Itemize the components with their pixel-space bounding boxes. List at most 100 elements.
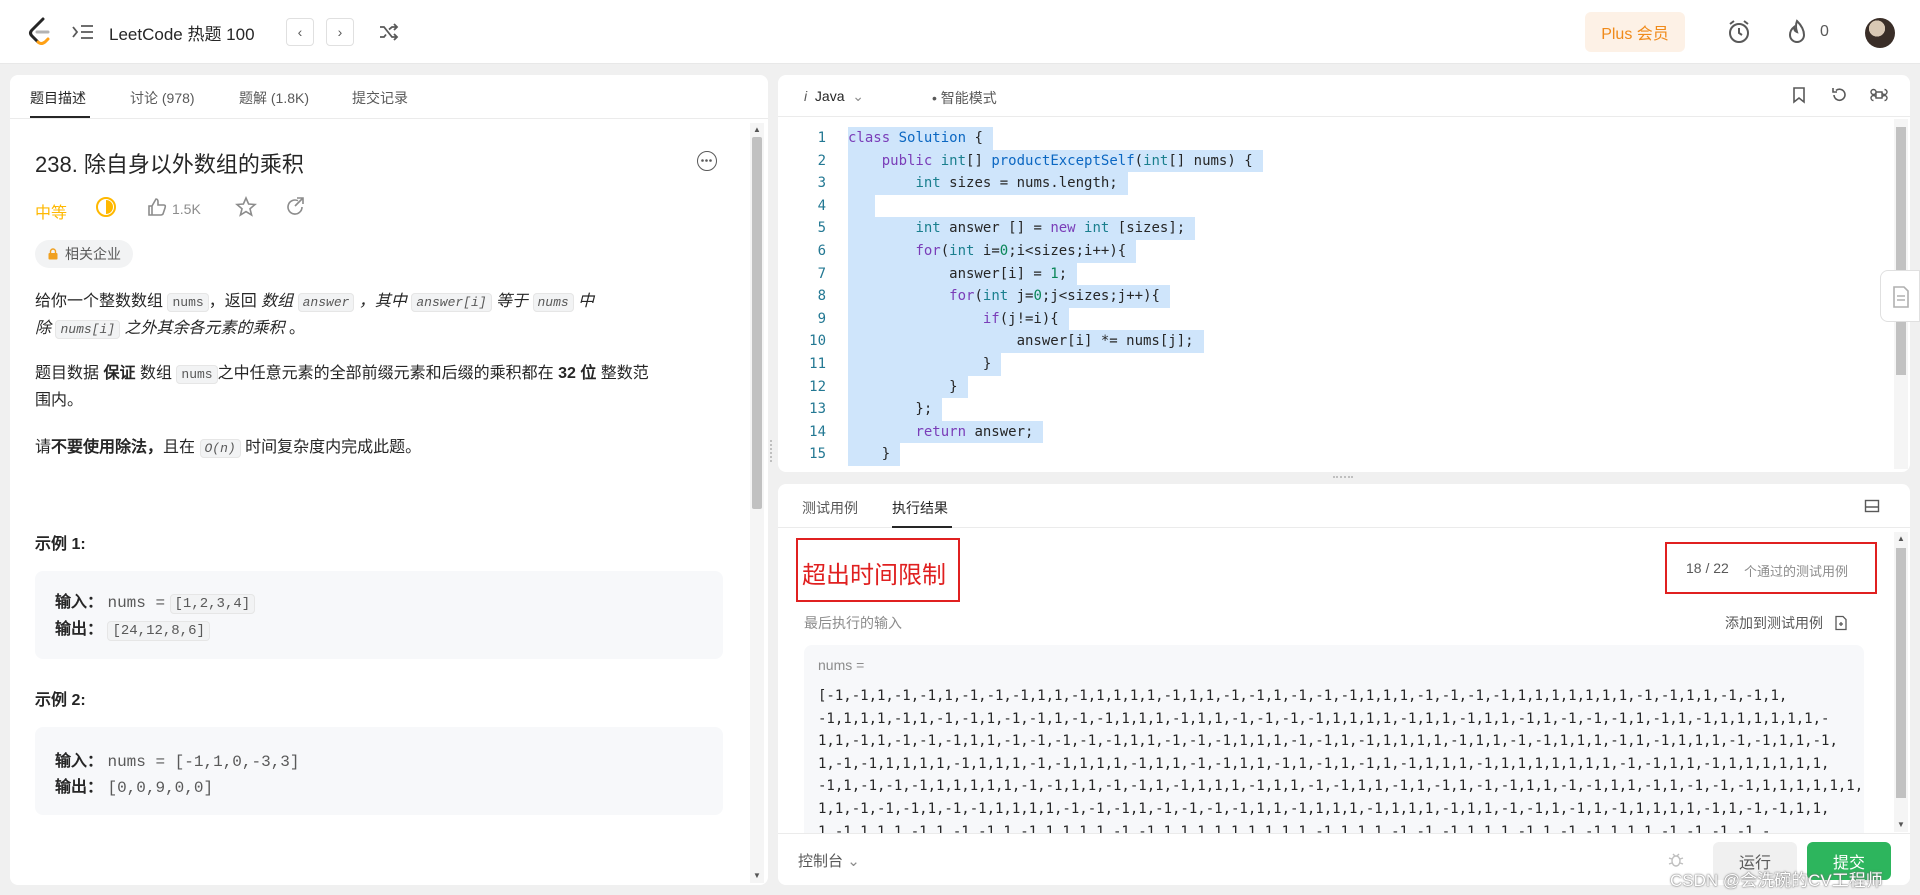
add-to-testcase-button[interactable]: 添加到测试用例 [1725, 613, 1849, 633]
problem-tabs: 题目描述 讨论 (978) 题解 (1.8K) 提交记录 [10, 75, 768, 119]
tab-run-result[interactable]: 执行结果 [892, 498, 948, 518]
code-text[interactable]: int sizes = nums.length; [848, 172, 1128, 195]
example-1-box: 输入： nums = [1,2,3,4] 输出： [24,12,8,6] [35, 571, 723, 659]
scroll-down-arrow-icon[interactable]: ▼ [753, 871, 761, 880]
problem-list-title[interactable]: LeetCode 热题 100 [109, 20, 255, 45]
code-line[interactable]: 12 } [778, 375, 1878, 399]
code-text[interactable]: for(int i=0;i<sizes;i++){ [848, 240, 1137, 263]
description-paragraph-2: 题目数据 保证 数组 nums 之中任意元素的全部前缀元素和后缀的乘积都在 32 … [35, 361, 735, 414]
desc-text: 题目数据 [35, 365, 100, 382]
tab-test-cases[interactable]: 测试用例 [802, 498, 858, 518]
result-scrollbar[interactable]: ▲ ▼ [1894, 532, 1908, 832]
scroll-up-arrow-icon[interactable]: ▲ [1897, 534, 1905, 543]
code-line[interactable]: 1 class Solution { [778, 127, 1878, 150]
editor-resize-handle[interactable] [1333, 476, 1353, 478]
code-line[interactable]: 10 answer[i] *= nums[j]; [778, 330, 1878, 353]
smart-mode-label: 智能模式 [940, 90, 997, 106]
code-text[interactable] [848, 194, 875, 218]
code-text[interactable]: } [848, 353, 1002, 376]
active-tab-indicator [30, 116, 90, 118]
code-line[interactable]: 4 [778, 194, 1878, 218]
alarm-clock-icon[interactable] [1726, 19, 1752, 45]
star-icon[interactable] [235, 196, 257, 218]
tab-solutions[interactable]: 题解 (1.8K) [239, 88, 309, 108]
shuffle-icon[interactable] [378, 21, 400, 43]
input-label: 输入： [55, 594, 104, 611]
code-text[interactable]: return answer; [848, 420, 1044, 444]
code-text[interactable]: if(j!=i){ [848, 307, 1069, 331]
desc-italic: 中 [578, 293, 595, 310]
top-bar: LeetCode 热题 100 ‹ › Plus 会员 0 [0, 0, 1920, 64]
line-number: 14 [809, 423, 826, 440]
code-text[interactable]: answer[i] = 1; [848, 262, 1078, 286]
scrollbar-thumb[interactable] [752, 137, 762, 509]
example-2-box: 输入： nums = [-1,1,0,-3,3] 输出： [0,0,9,0,0] [35, 727, 723, 815]
next-problem-button[interactable]: › [326, 18, 354, 46]
plus-membership-button[interactable]: Plus 会员 [1585, 12, 1685, 52]
line-number: 4 [817, 197, 826, 214]
code-line[interactable]: 2 public int[] productExceptSelf(int[] n… [778, 149, 1878, 173]
code-text[interactable]: public int[] productExceptSelf(int[] num… [848, 149, 1263, 173]
shortcut-icon[interactable] [1870, 86, 1888, 104]
code-text[interactable]: } [848, 375, 968, 399]
nums-value: [-1,-1,1,-1,-1,1,-1,-1,-1,1,1,-1,1,1,1,1… [818, 685, 1864, 843]
settings-gear-icon[interactable] [1909, 86, 1910, 104]
panel-resize-handle[interactable] [770, 440, 774, 462]
desc-text: 时间复杂度内完成此题。 [245, 439, 422, 456]
problem-panel: 题目描述 讨论 (978) 题解 (1.8K) 提交记录 238. 除自身以外数… [10, 75, 768, 885]
note-document-icon [1893, 286, 1909, 308]
code-text[interactable]: } [848, 443, 901, 466]
description-paragraph-1: 给你一个整数数组 nums ，返回 数组 answer ，其中 answer[i]… [35, 289, 725, 343]
tab-discussion[interactable]: 讨论 (978) [130, 88, 195, 108]
code-area[interactable]: 1 class Solution {2 public int[] productE… [778, 127, 1888, 467]
avatar[interactable] [1865, 18, 1895, 48]
example-1-input: 输入： nums = [1,2,3,4] [55, 588, 256, 614]
reset-icon[interactable] [1830, 86, 1848, 104]
code-text[interactable]: class Solution { [848, 127, 993, 150]
code-text[interactable]: for(int j=0;j<sizes;j++){ [848, 285, 1170, 308]
layout-toggle-icon[interactable] [1864, 498, 1880, 514]
code-text[interactable]: int answer [] = new int [sizes]; [848, 217, 1196, 240]
code-line[interactable]: 7 answer[i] = 1; [778, 262, 1878, 286]
code-line[interactable]: 6 for(int i=0;i<sizes;i++){ [778, 240, 1878, 263]
desc-bold: 不要使用除法， [51, 439, 164, 456]
share-icon[interactable] [284, 196, 306, 218]
inline-code: nums[i] [55, 320, 121, 339]
fire-icon[interactable] [1786, 19, 1808, 45]
code-line[interactable]: 5 int answer [] = new int [sizes]; [778, 217, 1878, 240]
desc-italic: ，其中 [358, 293, 407, 310]
smart-mode-toggle[interactable]: • 智能模式 [932, 88, 997, 108]
language-selector[interactable]: i Java ⌄ [804, 88, 864, 105]
language-label: Java [814, 88, 845, 104]
code-line[interactable]: 8 for(int j=0;j<sizes;j++){ [778, 285, 1878, 308]
inline-code: answer[i] [411, 293, 492, 312]
problem-list-icon[interactable] [72, 22, 94, 42]
line-number: 10 [809, 333, 826, 350]
tab-description[interactable]: 题目描述 [30, 88, 86, 108]
scrollbar-thumb[interactable] [1896, 127, 1906, 375]
code-line[interactable]: 9 if(j!=i){ [778, 307, 1878, 331]
related-companies-tag[interactable]: 相关企业 [35, 240, 133, 268]
code-text[interactable]: }; [848, 398, 943, 421]
code-line[interactable]: 14 return answer; [778, 420, 1878, 444]
tab-submissions[interactable]: 提交记录 [352, 88, 408, 108]
desc-italic: 数组 [261, 293, 294, 310]
leetcode-logo-icon[interactable] [26, 17, 54, 47]
prev-problem-button[interactable]: ‹ [286, 18, 314, 46]
notes-side-tab[interactable] [1880, 270, 1920, 322]
scroll-down-arrow-icon[interactable]: ▼ [1897, 820, 1905, 829]
scroll-up-arrow-icon[interactable]: ▲ [753, 125, 761, 134]
output-value: [0,0,9,0,0] [107, 779, 214, 797]
chevron-right-icon: › [337, 24, 343, 40]
code-line[interactable]: 15 } [778, 443, 1878, 466]
thumbs-up-icon[interactable] [146, 196, 168, 218]
code-line[interactable]: 13 }; [778, 398, 1878, 421]
more-options-icon[interactable] [697, 151, 717, 171]
code-line[interactable]: 3 int sizes = nums.length; [778, 172, 1878, 195]
bookmark-icon[interactable] [1790, 86, 1808, 104]
console-toggle[interactable]: 控制台 ⌄ [798, 850, 860, 871]
code-line[interactable]: 11 } [778, 353, 1878, 376]
code-text[interactable]: answer[i] *= nums[j]; [848, 330, 1204, 353]
scrollbar-thumb[interactable] [1896, 548, 1906, 798]
description-scrollbar[interactable]: ▲ ▼ [750, 123, 764, 883]
